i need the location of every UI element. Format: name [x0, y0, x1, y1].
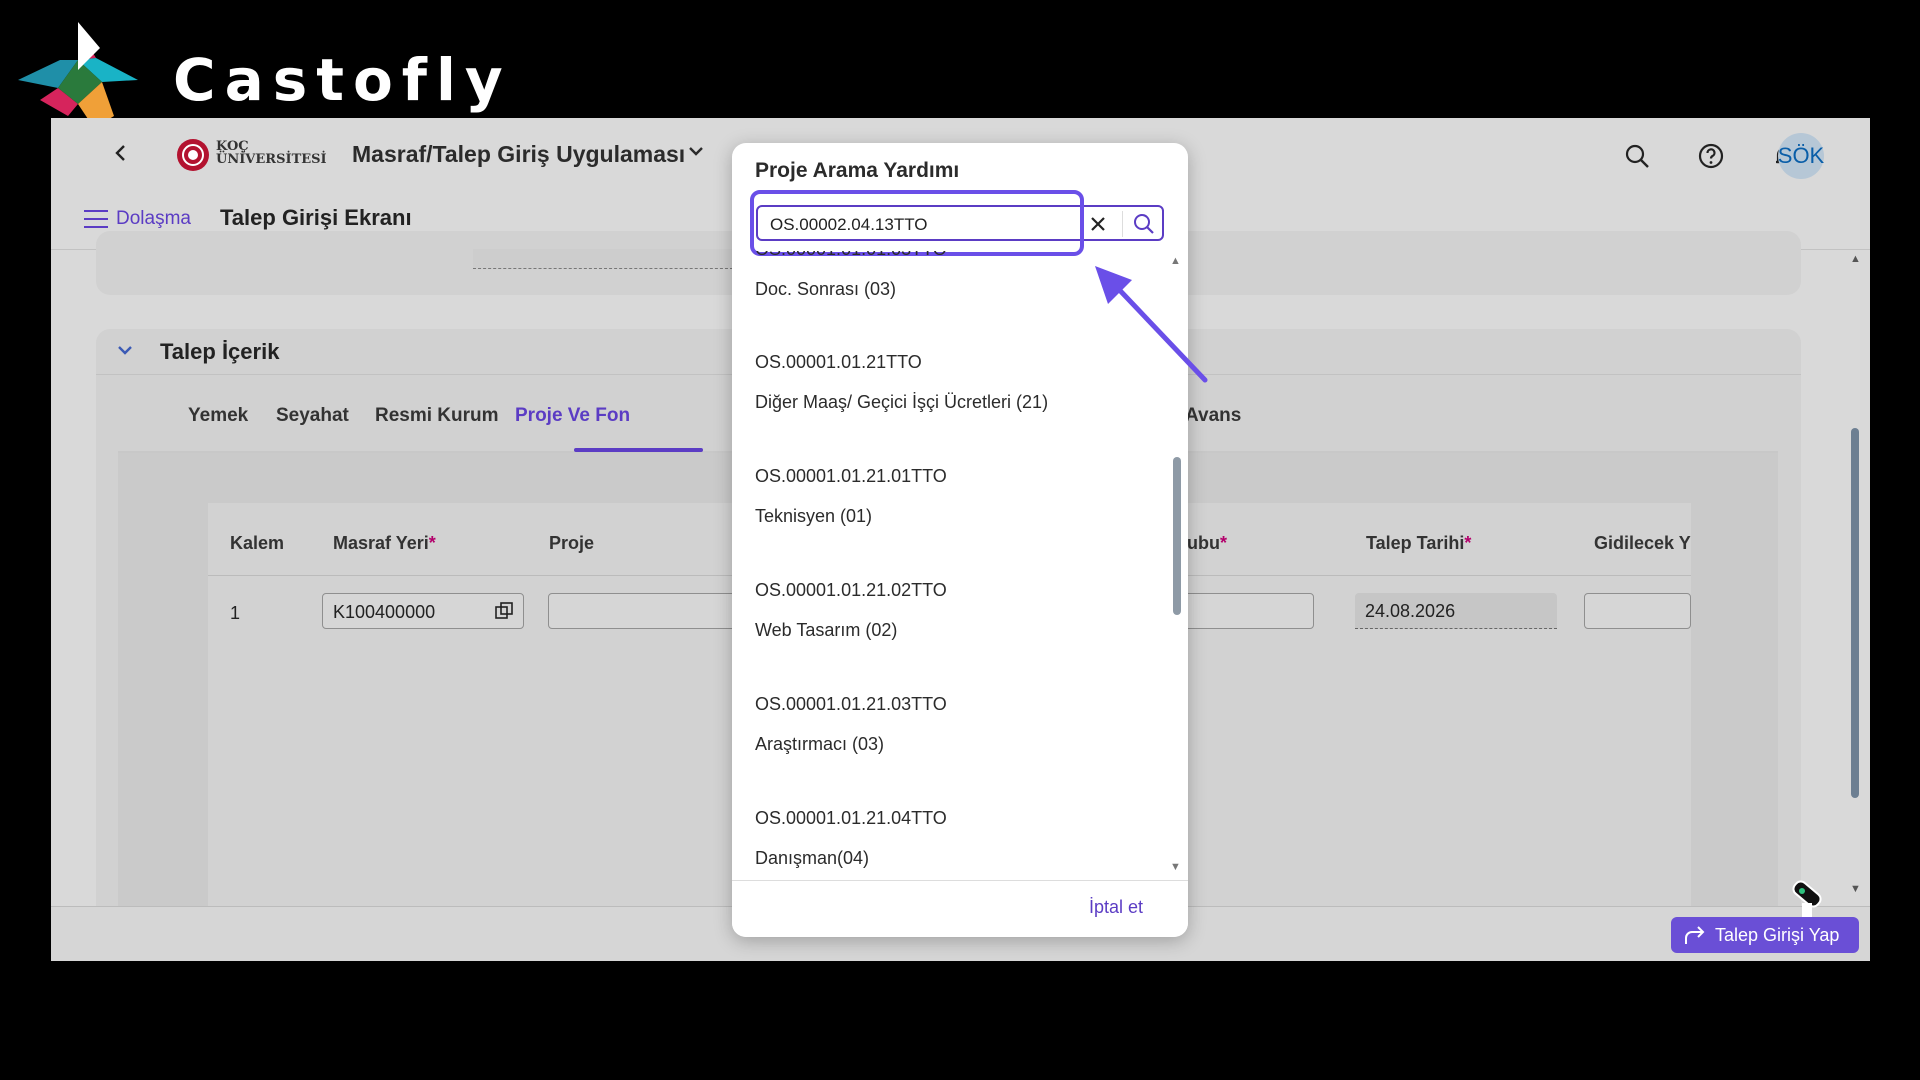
- masraf-yeri-value: K100400000: [333, 602, 436, 622]
- item-code: OS.00001.01.21.01TTO: [755, 466, 947, 486]
- user-avatar[interactable]: SÖK: [1778, 133, 1824, 179]
- item-description: Diğer Maaş/ Geçici İşçi Ücretleri (21): [755, 392, 1049, 412]
- org-logo-text: KOÇ ÜNİVERSİTESİ: [216, 140, 327, 166]
- list-scroll-down-icon[interactable]: ▼: [1170, 861, 1181, 873]
- item-code: OS.00001.01.21.04TTO: [755, 808, 947, 828]
- brand-name: Castofly: [173, 46, 512, 114]
- back-button[interactable]: [113, 140, 129, 173]
- item-description: Teknisyen (01): [755, 506, 873, 526]
- talep-tarihi-input[interactable]: 24.08.2026: [1355, 593, 1557, 629]
- scroll-up-icon[interactable]: ▲: [1850, 253, 1861, 265]
- forward-arrow-icon: [1685, 926, 1705, 944]
- clear-search-button[interactable]: [1088, 211, 1108, 243]
- masraf-yeri-input[interactable]: K100400000: [322, 593, 524, 629]
- section-title: Talep İçerik: [160, 339, 280, 364]
- list-scrollbar-thumb[interactable]: [1173, 457, 1181, 615]
- value-help-icon[interactable]: [495, 602, 513, 620]
- submit-request-button[interactable]: Talep Girişi Yap: [1671, 917, 1859, 953]
- list-item[interactable]: OS.00001.01.21.02TTO Web Tasarım (02): [755, 580, 947, 641]
- chevron-down-icon: [118, 346, 132, 355]
- cancel-button[interactable]: İptal et: [1089, 897, 1143, 918]
- tab-yemek[interactable]: Yemek: [188, 405, 248, 427]
- item-description: Danışman(04): [755, 848, 870, 868]
- help-icon[interactable]: [1697, 142, 1725, 170]
- back-icon: [115, 145, 125, 161]
- app-title[interactable]: Masraf/Talep Giriş Uygulaması: [352, 141, 685, 168]
- search-icon[interactable]: [1132, 212, 1156, 236]
- highlight-box: [750, 190, 1084, 256]
- active-tab-indicator: [574, 448, 703, 452]
- scroll-down-icon[interactable]: ▼: [1850, 883, 1861, 895]
- column-header-masraf-yeri: Masraf Yeri*: [333, 533, 436, 553]
- koc-university-logo-icon: [177, 139, 209, 171]
- app-menu-button[interactable]: [687, 138, 705, 170]
- list-item[interactable]: OS.00001.01.21.03TTO Araştırmacı (03): [755, 694, 947, 755]
- requester-field: [473, 249, 733, 269]
- search-icon[interactable]: [1623, 142, 1651, 170]
- list-item[interactable]: OS.00001.01.21.04TTO Danışman(04): [755, 808, 947, 869]
- scrollbar-thumb[interactable]: [1851, 428, 1859, 798]
- submit-request-label: Talep Girişi Yap: [1715, 924, 1840, 945]
- item-description: Web Tasarım (02): [755, 620, 898, 640]
- tab-seyahat[interactable]: Seyahat: [276, 405, 349, 427]
- castofly-brand: Castofly: [18, 18, 503, 128]
- page-title: Talep Girişi Ekranı: [220, 205, 412, 230]
- column-header-talep-tarihi: Talep Tarihi*: [1366, 533, 1472, 553]
- tab-proje-ve-fon[interactable]: Proje Ve Fon: [515, 405, 630, 427]
- item-description: Araştırmacı (03): [755, 734, 885, 754]
- row-kalem: 1: [230, 603, 241, 623]
- search-separator: [1122, 211, 1123, 237]
- castofly-logo-icon: [18, 22, 138, 128]
- item-description: Doc. Sonrası (03): [755, 279, 897, 299]
- dialog-footer: İptal et: [732, 880, 1188, 937]
- column-header-gidilecek: Gidilecek Y: [1594, 533, 1691, 553]
- item-code: OS.00001.01.21TTO: [755, 352, 922, 372]
- column-header-proje: Proje: [549, 533, 595, 553]
- list-item[interactable]: OS.00001.01.21TTO Diğer Maaş/ Geçici İşç…: [755, 352, 1048, 413]
- talep-tarihi-value: 24.08.2026: [1365, 601, 1456, 621]
- list-item[interactable]: OS.00001.01.21.01TTO Teknisyen (01): [755, 466, 947, 527]
- dialog-title: Proje Arama Yardımı: [755, 159, 960, 182]
- cursor-icon: [1792, 880, 1822, 917]
- close-icon: [1091, 217, 1105, 231]
- page-scrollbar[interactable]: ▲ ▼: [1846, 253, 1864, 903]
- annotation-arrow-icon: [1095, 266, 1208, 383]
- chevron-down-icon: [689, 147, 703, 156]
- navigation-button[interactable]: Dolaşma: [84, 208, 191, 230]
- item-code: OS.00001.01.21.02TTO: [755, 580, 947, 600]
- navigation-label: Dolaşma: [116, 208, 191, 229]
- tab-resmi-kurum[interactable]: Resmi Kurum: [375, 405, 499, 427]
- list-item[interactable]: OS.00001.01.01.03TTO Doc. Sonrası (03): [755, 251, 947, 300]
- hamburger-icon: [84, 210, 108, 228]
- proje-input[interactable]: [548, 593, 738, 629]
- gidilecek-input[interactable]: [1584, 593, 1691, 629]
- section-collapse-button[interactable]: [116, 339, 134, 367]
- item-code: OS.00001.01.01.03TTO: [755, 251, 947, 260]
- tab-avans[interactable]: Avans: [1185, 405, 1241, 427]
- item-code: OS.00001.01.21.03TTO: [755, 694, 947, 714]
- column-header-kalem: Kalem: [230, 533, 285, 553]
- org-name-line2: ÜNİVERSİTESİ: [216, 152, 327, 167]
